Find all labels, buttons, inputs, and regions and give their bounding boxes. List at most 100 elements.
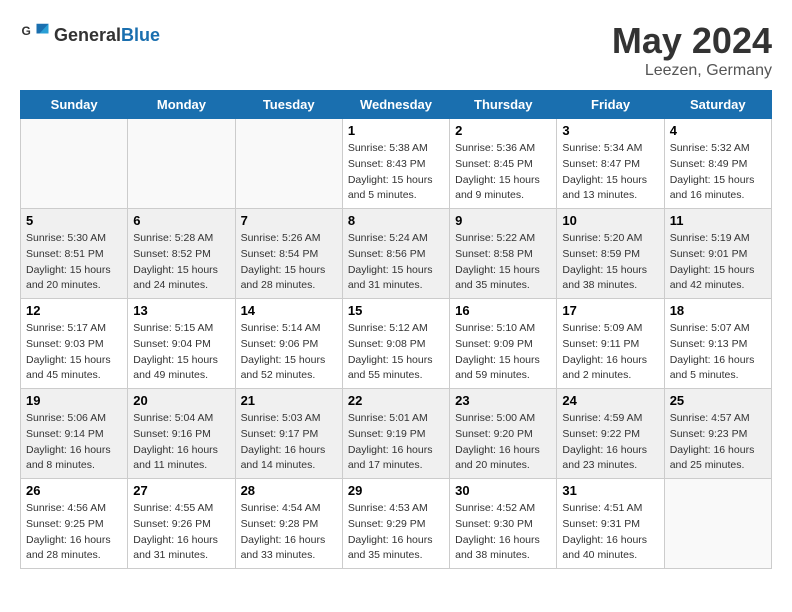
day-info: Sunrise: 4:59 AM Sunset: 9:22 PM Dayligh… [562,411,658,474]
day-info: Sunrise: 5:07 AM Sunset: 9:13 PM Dayligh… [670,321,766,384]
day-number: 1 [348,123,444,138]
day-number: 3 [562,123,658,138]
day-header: Sunday [21,91,128,119]
calendar-cell: 1Sunrise: 5:38 AM Sunset: 8:43 PM Daylig… [342,119,449,209]
day-number: 18 [670,303,766,318]
calendar-cell: 26Sunrise: 4:56 AM Sunset: 9:25 PM Dayli… [21,479,128,569]
calendar: SundayMondayTuesdayWednesdayThursdayFrid… [20,90,772,569]
day-number: 24 [562,393,658,408]
day-number: 6 [133,213,229,228]
day-number: 30 [455,483,551,498]
day-number: 20 [133,393,229,408]
calendar-cell: 5 Sunrise: 5:30 AM Sunset: 8:51 PM Daylig… [21,209,128,299]
day-number: 10 [562,213,658,228]
location: Leezen, Germany [612,62,772,80]
day-header: Monday [128,91,235,119]
header-row: SundayMondayTuesdayWednesdayThursdayFrid… [21,91,772,119]
day-info: Sunrise: 4:52 AM Sunset: 9:30 PM Dayligh… [455,501,551,564]
day-number: 15 [348,303,444,318]
day-info: Sunrise: 5:06 AM Sunset: 9:14 PM Dayligh… [26,411,122,474]
day-number: 13 [133,303,229,318]
day-info: Sunrise: 5:20 AM Sunset: 8:59 PM Dayligh… [562,231,658,294]
day-info: Sunrise: 5:19 AM Sunset: 9:01 PM Dayligh… [670,231,766,294]
day-info: Sunrise: 5:03 AM Sunset: 9:17 PM Dayligh… [241,411,337,474]
day-number: 8 [348,213,444,228]
day-number: 25 [670,393,766,408]
calendar-cell: 3 Sunrise: 5:34 AM Sunset: 8:47 PM Daylig… [557,119,664,209]
calendar-week: 26Sunrise: 4:56 AM Sunset: 9:25 PM Dayli… [21,479,772,569]
day-number: 27 [133,483,229,498]
calendar-cell: 30 Sunrise: 4:52 AM Sunset: 9:30 PM Dayli… [450,479,557,569]
calendar-cell [128,119,235,209]
day-number: 12 [26,303,122,318]
calendar-cell: 31Sunrise: 4:51 AM Sunset: 9:31 PM Dayli… [557,479,664,569]
calendar-cell: 13 Sunrise: 5:15 AM Sunset: 9:04 PM Dayli… [128,299,235,389]
calendar-cell: 20 Sunrise: 5:04 AM Sunset: 9:16 PM Dayli… [128,389,235,479]
calendar-cell: 21 Sunrise: 5:03 AM Sunset: 9:17 PM Dayli… [235,389,342,479]
calendar-cell: 15 Sunrise: 5:12 AM Sunset: 9:08 PM Dayli… [342,299,449,389]
day-info: Sunrise: 5:36 AM Sunset: 8:45 PM Dayligh… [455,141,551,204]
svg-text:G: G [22,24,31,38]
day-info: Sunrise: 5:00 AM Sunset: 9:20 PM Dayligh… [455,411,551,474]
day-number: 28 [241,483,337,498]
calendar-cell: 8 Sunrise: 5:24 AM Sunset: 8:56 PM Daylig… [342,209,449,299]
month-title: May 2024 [612,20,772,62]
calendar-cell: 25 Sunrise: 4:57 AM Sunset: 9:23 PM Dayli… [664,389,771,479]
day-info: Sunrise: 5:01 AM Sunset: 9:19 PM Dayligh… [348,411,444,474]
day-info: Sunrise: 5:15 AM Sunset: 9:04 PM Dayligh… [133,321,229,384]
day-info: Sunrise: 5:12 AM Sunset: 9:08 PM Dayligh… [348,321,444,384]
day-info: Sunrise: 5:10 AM Sunset: 9:09 PM Dayligh… [455,321,551,384]
title-area: May 2024 Leezen, Germany [612,20,772,80]
calendar-cell: 6 Sunrise: 5:28 AM Sunset: 8:52 PM Daylig… [128,209,235,299]
day-info: Sunrise: 5:04 AM Sunset: 9:16 PM Dayligh… [133,411,229,474]
logo-icon: G [20,20,50,50]
calendar-cell: 16 Sunrise: 5:10 AM Sunset: 9:09 PM Dayli… [450,299,557,389]
calendar-cell: 22 Sunrise: 5:01 AM Sunset: 9:19 PM Dayli… [342,389,449,479]
calendar-cell [235,119,342,209]
calendar-body: 1Sunrise: 5:38 AM Sunset: 8:43 PM Daylig… [21,119,772,569]
day-header: Saturday [664,91,771,119]
day-number: 21 [241,393,337,408]
day-info: Sunrise: 5:30 AM Sunset: 8:51 PM Dayligh… [26,231,122,294]
calendar-cell: 7 Sunrise: 5:26 AM Sunset: 8:54 PM Daylig… [235,209,342,299]
calendar-week: 19 Sunrise: 5:06 AM Sunset: 9:14 PM Dayli… [21,389,772,479]
day-number: 17 [562,303,658,318]
calendar-week: 12 Sunrise: 5:17 AM Sunset: 9:03 PM Dayli… [21,299,772,389]
day-info: Sunrise: 5:24 AM Sunset: 8:56 PM Dayligh… [348,231,444,294]
calendar-cell: 19 Sunrise: 5:06 AM Sunset: 9:14 PM Dayli… [21,389,128,479]
calendar-cell: 28 Sunrise: 4:54 AM Sunset: 9:28 PM Dayli… [235,479,342,569]
day-number: 5 [26,213,122,228]
calendar-cell: 2Sunrise: 5:36 AM Sunset: 8:45 PM Daylig… [450,119,557,209]
calendar-cell: 17 Sunrise: 5:09 AM Sunset: 9:11 PM Dayli… [557,299,664,389]
day-number: 23 [455,393,551,408]
day-info: Sunrise: 5:22 AM Sunset: 8:58 PM Dayligh… [455,231,551,294]
day-info: Sunrise: 4:57 AM Sunset: 9:23 PM Dayligh… [670,411,766,474]
calendar-week: 1Sunrise: 5:38 AM Sunset: 8:43 PM Daylig… [21,119,772,209]
day-number: 19 [26,393,122,408]
calendar-week: 5 Sunrise: 5:30 AM Sunset: 8:51 PM Daylig… [21,209,772,299]
day-number: 4 [670,123,766,138]
day-number: 7 [241,213,337,228]
day-number: 22 [348,393,444,408]
day-number: 29 [348,483,444,498]
day-info: Sunrise: 5:14 AM Sunset: 9:06 PM Dayligh… [241,321,337,384]
day-header: Friday [557,91,664,119]
day-number: 16 [455,303,551,318]
day-number: 9 [455,213,551,228]
day-header: Tuesday [235,91,342,119]
day-info: Sunrise: 5:26 AM Sunset: 8:54 PM Dayligh… [241,231,337,294]
day-number: 26 [26,483,122,498]
calendar-cell: 4 Sunrise: 5:32 AM Sunset: 8:49 PM Daylig… [664,119,771,209]
day-info: Sunrise: 5:09 AM Sunset: 9:11 PM Dayligh… [562,321,658,384]
day-info: Sunrise: 5:34 AM Sunset: 8:47 PM Dayligh… [562,141,658,204]
calendar-cell: 23 Sunrise: 5:00 AM Sunset: 9:20 PM Dayli… [450,389,557,479]
calendar-cell: 9 Sunrise: 5:22 AM Sunset: 8:58 PM Daylig… [450,209,557,299]
day-info: Sunrise: 5:17 AM Sunset: 9:03 PM Dayligh… [26,321,122,384]
day-number: 14 [241,303,337,318]
day-info: Sunrise: 4:54 AM Sunset: 9:28 PM Dayligh… [241,501,337,564]
calendar-cell: 27Sunrise: 4:55 AM Sunset: 9:26 PM Dayli… [128,479,235,569]
day-info: Sunrise: 5:28 AM Sunset: 8:52 PM Dayligh… [133,231,229,294]
calendar-cell: 12 Sunrise: 5:17 AM Sunset: 9:03 PM Dayli… [21,299,128,389]
calendar-cell: 24 Sunrise: 4:59 AM Sunset: 9:22 PM Dayli… [557,389,664,479]
day-info: Sunrise: 5:32 AM Sunset: 8:49 PM Dayligh… [670,141,766,204]
